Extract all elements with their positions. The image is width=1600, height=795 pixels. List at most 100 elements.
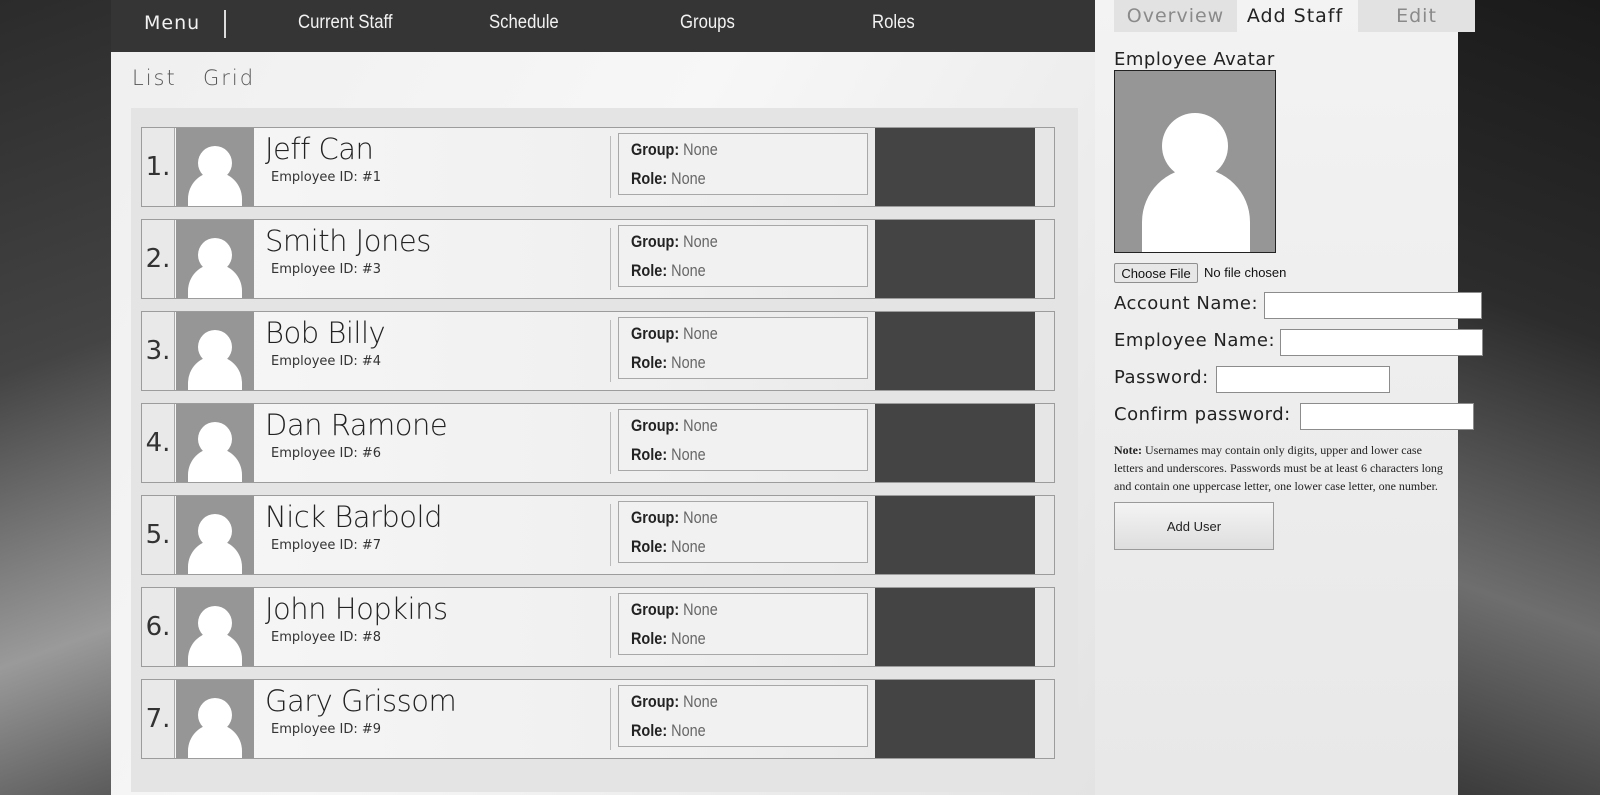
account-name-label: Account Name: [1114, 293, 1259, 314]
employee-id: Employee ID: #7 [271, 538, 382, 553]
password-field[interactable] [1216, 366, 1390, 393]
menu-button[interactable]: Menu [144, 12, 200, 34]
avatar [176, 680, 254, 758]
group-line: Group: None [631, 416, 718, 435]
password-label: Password: [1114, 367, 1209, 388]
tab-overview[interactable]: Overview [1114, 0, 1237, 32]
group-role-box: Group: None Role: None [618, 593, 868, 655]
employee-row[interactable]: 1. Jeff Can Employee ID: #1 Group: None … [141, 127, 1055, 207]
row-divider [610, 688, 611, 750]
employee-id: Employee ID: #1 [271, 170, 382, 185]
view-list-toggle[interactable]: List [132, 66, 177, 90]
background-right [1458, 0, 1600, 795]
tab-edit[interactable]: Edit [1358, 0, 1475, 32]
avatar [176, 588, 254, 666]
tab-add-staff[interactable]: Add Staff [1237, 0, 1353, 32]
row-action-panel[interactable] [875, 496, 1035, 574]
group-role-box: Group: None Role: None [618, 317, 868, 379]
employee-id: Employee ID: #6 [271, 446, 382, 461]
group-line: Group: None [631, 324, 718, 343]
row-action-panel[interactable] [875, 312, 1035, 390]
account-name-field[interactable] [1264, 292, 1482, 319]
choose-file-button[interactable]: Choose File [1114, 263, 1198, 283]
nav-schedule[interactable]: Schedule [489, 12, 559, 34]
employee-name: Jeff Can [265, 132, 374, 166]
row-action-panel[interactable] [875, 128, 1035, 206]
employee-name: Smith Jones [265, 224, 431, 258]
employee-name: Nick Barbold [265, 500, 443, 534]
row-divider [610, 412, 611, 474]
row-action-panel[interactable] [875, 404, 1035, 482]
employee-id: Employee ID: #4 [271, 354, 382, 369]
avatar [176, 220, 254, 298]
role-line: Role: None [631, 721, 706, 740]
role-line: Role: None [631, 353, 706, 372]
row-divider [610, 228, 611, 290]
row-divider [610, 504, 611, 566]
row-number: 7. [142, 680, 175, 758]
nav-roles[interactable]: Roles [872, 12, 915, 34]
top-navigation: Menu Current Staff Schedule Groups Roles [111, 0, 1095, 52]
row-number: 1. [142, 128, 175, 206]
background-left [0, 0, 111, 795]
avatar-label: Employee Avatar [1114, 49, 1275, 70]
row-number: 4. [142, 404, 175, 482]
avatar [176, 496, 254, 574]
employee-name-field[interactable] [1280, 329, 1483, 356]
row-action-panel[interactable] [875, 680, 1035, 758]
role-line: Role: None [631, 537, 706, 556]
note-text: Usernames may contain only digits, upper… [1114, 443, 1443, 493]
role-line: Role: None [631, 261, 706, 280]
employee-row[interactable]: 7. Gary Grissom Employee ID: #9 Group: N… [141, 679, 1055, 759]
nav-groups[interactable]: Groups [680, 12, 735, 34]
row-divider [610, 320, 611, 382]
employee-row[interactable]: 4. Dan Ramone Employee ID: #6 Group: Non… [141, 403, 1055, 483]
group-line: Group: None [631, 140, 718, 159]
row-number: 2. [142, 220, 175, 298]
nav-current-staff[interactable]: Current Staff [298, 12, 392, 34]
avatar [176, 404, 254, 482]
group-role-box: Group: None Role: None [618, 409, 868, 471]
employee-id: Employee ID: #3 [271, 262, 382, 277]
view-grid-toggle[interactable]: Grid [203, 66, 255, 90]
row-number: 5. [142, 496, 175, 574]
confirm-password-label: Confirm password: [1114, 404, 1291, 425]
group-role-box: Group: None Role: None [618, 501, 868, 563]
confirm-password-field[interactable] [1300, 403, 1474, 430]
employee-id: Employee ID: #8 [271, 630, 382, 645]
employee-row[interactable]: 2. Smith Jones Employee ID: #3 Group: No… [141, 219, 1055, 299]
avatar [176, 128, 254, 206]
row-action-panel[interactable] [875, 220, 1035, 298]
employee-id: Employee ID: #9 [271, 722, 382, 737]
row-divider [610, 136, 611, 198]
password-note: Note: Usernames may contain only digits,… [1114, 441, 1454, 495]
row-action-panel[interactable] [875, 588, 1035, 666]
employee-name: John Hopkins [265, 592, 448, 626]
group-line: Group: None [631, 508, 718, 527]
group-role-box: Group: None Role: None [618, 225, 868, 287]
employee-row[interactable]: 3. Bob Billy Employee ID: #4 Group: None… [141, 311, 1055, 391]
row-number: 6. [142, 588, 175, 666]
employee-list: 1. Jeff Can Employee ID: #1 Group: None … [131, 108, 1078, 792]
role-line: Role: None [631, 169, 706, 188]
note-title: Note: [1114, 443, 1142, 457]
add-user-button[interactable]: Add User [1114, 502, 1274, 550]
file-status: No file chosen [1204, 265, 1287, 280]
role-line: Role: None [631, 629, 706, 648]
employee-row[interactable]: 6. John Hopkins Employee ID: #8 Group: N… [141, 587, 1055, 667]
avatar [176, 312, 254, 390]
group-line: Group: None [631, 600, 718, 619]
row-divider [610, 596, 611, 658]
employee-row[interactable]: 5. Nick Barbold Employee ID: #7 Group: N… [141, 495, 1055, 575]
group-role-box: Group: None Role: None [618, 685, 868, 747]
employee-name: Gary Grissom [265, 684, 457, 718]
row-number: 3. [142, 312, 175, 390]
employee-name-label: Employee Name: [1114, 330, 1276, 351]
menu-divider [224, 10, 226, 38]
group-line: Group: None [631, 692, 718, 711]
add-staff-panel: Overview Add Staff Edit Employee Avatar … [1095, 0, 1483, 795]
employee-avatar-preview [1114, 70, 1276, 253]
group-role-box: Group: None Role: None [618, 133, 868, 195]
role-line: Role: None [631, 445, 706, 464]
staff-panel: Menu Current Staff Schedule Groups Roles… [111, 0, 1095, 795]
